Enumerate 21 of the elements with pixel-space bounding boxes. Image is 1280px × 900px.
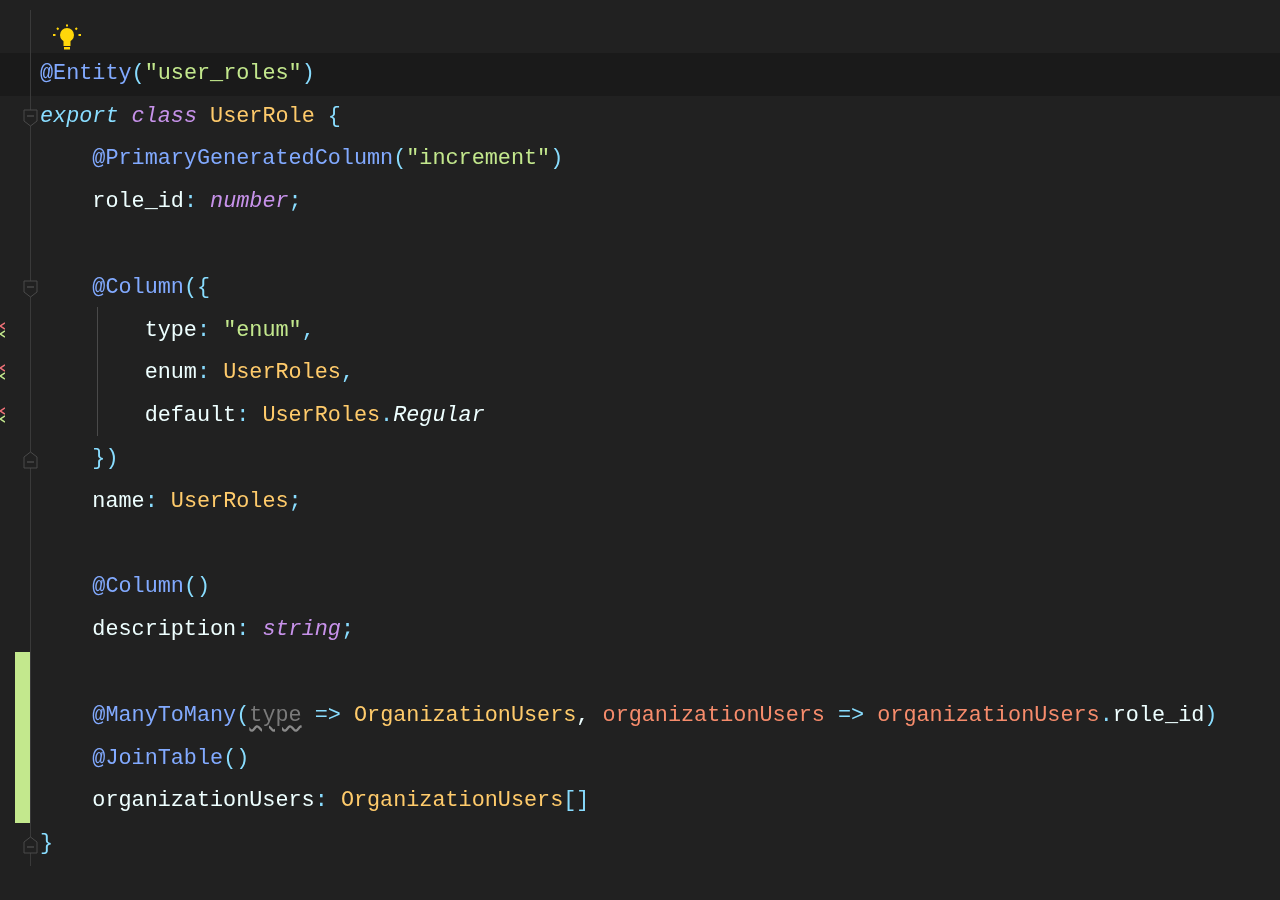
fold-icon[interactable]: [23, 450, 38, 469]
code-line: @JoinTable(): [92, 744, 250, 773]
code-line: export class UserRole {: [40, 102, 341, 131]
code-line: role_id: number;: [92, 188, 302, 217]
code-line: name: UserRoles;: [92, 487, 302, 516]
code-line: @Column({: [92, 273, 211, 302]
code-line: @PrimaryGeneratedColumn("increment"): [92, 145, 564, 174]
code-line: default: UserRoles.Regular: [144, 402, 485, 431]
code-line: description: string;: [92, 616, 354, 645]
lightbulb-icon: [52, 24, 82, 52]
code-line: }: [40, 830, 54, 859]
code-line: @Column(): [92, 573, 211, 602]
code-line: @Entity("user_roles"): [40, 59, 315, 88]
code-line: @ManyToMany(type => OrganizationUsers, organizationUsers => organizationUsers.role_id): [92, 701, 1218, 730]
fold-icon[interactable]: [23, 836, 38, 855]
fold-icon[interactable]: [23, 108, 38, 127]
code-line: enum: UserRoles,: [144, 359, 354, 388]
code-line: organizationUsers: OrganizationUsers[]: [92, 787, 590, 816]
code-line: type: "enum",: [144, 316, 315, 345]
fold-icon[interactable]: [23, 279, 38, 298]
code-line: }): [92, 445, 119, 473]
